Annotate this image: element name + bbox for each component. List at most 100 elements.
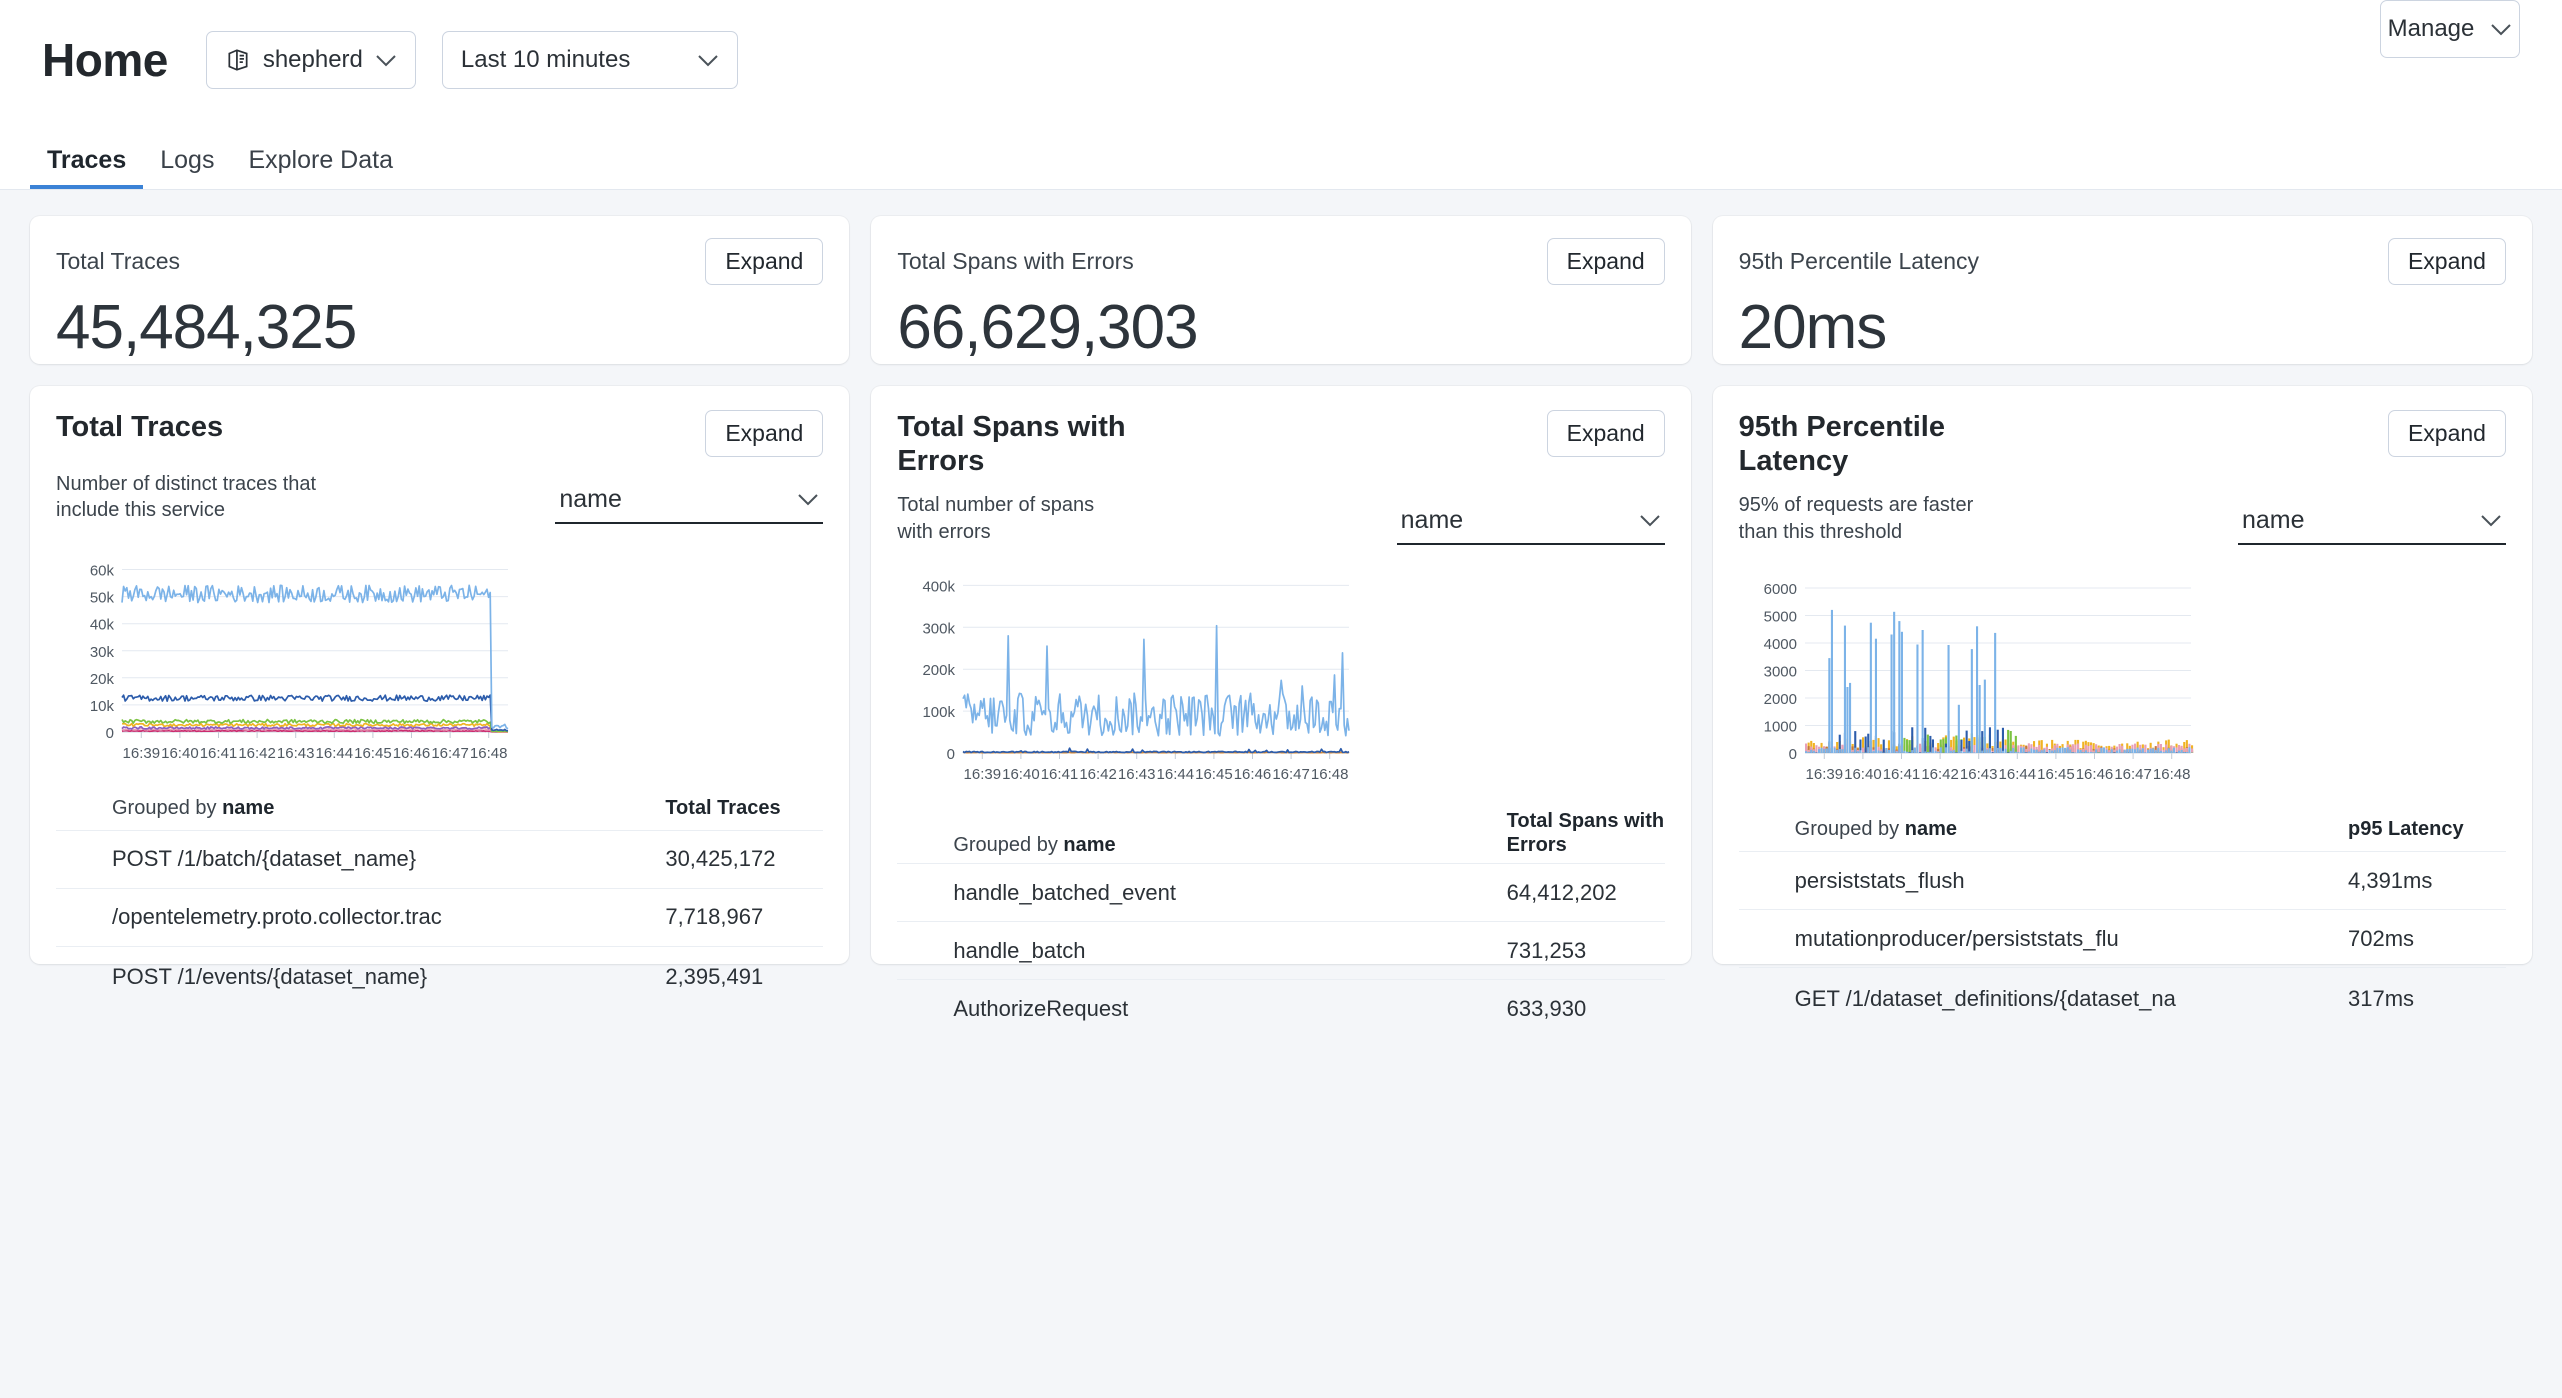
series-name: POST /1/events/{dataset_name} [112, 964, 428, 990]
svg-text:16:48: 16:48 [1311, 766, 1349, 783]
chart-title: Total Traces [56, 411, 224, 443]
svg-text:60k: 60k [90, 562, 115, 579]
dashboard-content: Total Traces Expand 45,484,325 Total Spa… [0, 190, 2562, 1021]
chevron-down-icon [697, 54, 719, 67]
expand-button[interactable]: Expand [1546, 238, 1665, 285]
table-row[interactable]: handle_batch 731,253 [897, 921, 1665, 979]
table-row[interactable]: AuthorizeRequest 633,930 [897, 979, 1665, 1037]
svg-text:16:47: 16:47 [1273, 766, 1311, 783]
svg-text:16:44: 16:44 [316, 745, 354, 762]
stat-card-95th-percentile-latency: 95th Percentile Latency Expand 20ms [1712, 216, 2532, 364]
svg-text:16:44: 16:44 [1998, 766, 2036, 783]
tab-explore-data[interactable]: Explore Data [231, 148, 410, 189]
expand-button[interactable]: Expand [2387, 238, 2506, 285]
stat-card-total-traces: Total Traces Expand 45,484,325 [30, 216, 850, 364]
tab-bar: Traces Logs Explore Data [0, 120, 2562, 190]
series-name: handle_batched_event [953, 879, 1176, 905]
legend-table-header: Grouped by name p95 Latency [1739, 811, 2506, 851]
series-value: 64,412,202 [1506, 879, 1617, 905]
series-value: 4,391ms [2347, 867, 2433, 893]
expand-button[interactable]: Expand [705, 410, 824, 457]
expand-button[interactable]: Expand [705, 238, 824, 285]
series-value: 317ms [2347, 985, 2415, 1011]
stat-card-label: Total Spans with Errors [897, 248, 1134, 274]
svg-text:16:45: 16:45 [2037, 766, 2075, 783]
dataset-selector[interactable]: shepherd [205, 31, 416, 89]
table-row[interactable]: /opentelemetry.proto.collector.trac 7,71… [56, 887, 824, 946]
series-name: POST /1/batch/{dataset_name} [112, 846, 417, 872]
chevron-down-icon [797, 493, 819, 506]
svg-text:16:43: 16:43 [1118, 766, 1156, 783]
table-row[interactable]: POST /1/events/{dataset_name} 2,395,491 [56, 945, 824, 1008]
group-by-select[interactable]: name [555, 484, 824, 524]
svg-text:0: 0 [106, 725, 114, 742]
svg-text:16:46: 16:46 [393, 745, 431, 762]
chevron-down-icon [375, 54, 397, 67]
manage-button[interactable]: Manage [2380, 0, 2520, 58]
svg-text:400k: 400k [923, 579, 956, 596]
tab-traces[interactable]: Traces [30, 148, 144, 189]
svg-text:40k: 40k [90, 616, 115, 633]
series-value: 702ms [2347, 925, 2415, 951]
svg-text:16:41: 16:41 [200, 745, 238, 762]
stat-card-label: 95th Percentile Latency [1738, 248, 1980, 274]
expand-button[interactable]: Expand [1546, 410, 1665, 457]
group-by-select[interactable]: name [2237, 506, 2506, 546]
series-value: 2,395,491 [665, 964, 764, 990]
table-row[interactable]: POST /1/batch/{dataset_name} 30,425,172 [56, 829, 824, 888]
stat-card-label: Total Traces [56, 248, 180, 274]
svg-text:16:39: 16:39 [964, 766, 1002, 783]
group-by-select-value: name [559, 484, 622, 513]
group-by-select-value: name [1400, 506, 1464, 535]
stat-card-value: 66,629,303 [897, 292, 1198, 362]
series-value: 7,718,967 [665, 904, 764, 930]
stat-card-value: 45,484,325 [56, 292, 357, 362]
stat-card-header: Total Traces Expand [56, 238, 824, 285]
metric-column-header: Total Traces [665, 796, 781, 819]
tab-logs[interactable]: Logs [143, 148, 231, 189]
chart-plot-total-spans-with-errors[interactable]: 0 100k 200k 300k 400k 16:39 16:40 16:41 16:42 16:… [897, 567, 1664, 795]
chart-plot-total-traces[interactable]: 0 10k 20k 30k 40k 50k 60k 16:39 16:40 16:41 16:42 1… [56, 546, 823, 774]
svg-text:16:47: 16:47 [431, 745, 469, 762]
svg-text:16:43: 16:43 [277, 745, 315, 762]
svg-text:2000: 2000 [1763, 691, 1796, 708]
svg-text:16:39: 16:39 [1805, 766, 1843, 783]
time-range-selector[interactable]: Last 10 minutes [441, 31, 738, 89]
svg-text:4000: 4000 [1763, 636, 1796, 653]
svg-text:16:47: 16:47 [2114, 766, 2152, 783]
series-name: GET /1/dataset_definitions/{dataset_na [1794, 985, 2176, 1011]
svg-text:20k: 20k [90, 670, 115, 687]
legend-table: Grouped by name Total Traces POST /1/bat… [30, 790, 849, 1008]
chevron-down-icon [1639, 514, 1661, 527]
chart-title: Total Spans with Errors [897, 411, 1126, 478]
table-row[interactable]: GET /1/dataset_definitions/{dataset_na 3… [1738, 967, 2506, 1029]
svg-text:16:41: 16:41 [1882, 766, 1920, 783]
stat-card-header: Total Spans with Errors Expand [897, 238, 1665, 285]
expand-button[interactable]: Expand [2387, 410, 2506, 457]
grouped-by-label: Grouped by name [953, 834, 1116, 857]
table-row[interactable]: persiststats_flush 4,391ms [1738, 851, 2506, 909]
table-row[interactable]: handle_batched_event 64,412,202 [897, 863, 1665, 921]
legend-table-header: Grouped by name Total Traces [56, 790, 823, 830]
chart-card-header: Total Traces Expand [56, 410, 824, 457]
chart-subheader: Number of distinct traces that include t… [56, 471, 824, 524]
top-bar: Home shepherd Last 10 minutes Manage [0, 0, 2562, 120]
svg-text:16:46: 16:46 [2075, 766, 2113, 783]
series-name: mutationproducer/persiststats_flu [1794, 925, 2119, 951]
group-by-select-value: name [2241, 506, 2305, 535]
svg-text:30k: 30k [90, 643, 115, 660]
chart-plot-95th-percentile-latency[interactable]: 0 1000 2000 3000 4000 5000 6000 16:39 16:40 16:41… [1739, 567, 2506, 795]
svg-text:50k: 50k [90, 589, 115, 606]
table-row[interactable]: mutationproducer/persiststats_flu 702ms [1738, 909, 2506, 967]
stat-card-total-spans-with-errors: Total Spans with Errors Expand 66,629,30… [871, 216, 1691, 364]
chart-card-95th-percentile-latency: 95th Percentile Latency Expand 95% of re… [1712, 386, 2532, 1011]
chart-card-total-traces: Total Traces Expand Number of distinct t… [30, 386, 850, 989]
legend-table: Grouped by name Total Spans with Errors … [871, 803, 1690, 1037]
chart-subheader: 95% of requests are faster than this thr… [1739, 492, 2506, 546]
stat-card-header: 95th Percentile Latency Expand [1739, 238, 2506, 285]
group-by-select[interactable]: name [1396, 506, 1665, 546]
chevron-down-icon [2490, 23, 2512, 36]
stat-card-value: 20ms [1738, 292, 1888, 362]
svg-text:16:40: 16:40 [1844, 766, 1882, 783]
series-name: AuthorizeRequest [953, 995, 1129, 1021]
